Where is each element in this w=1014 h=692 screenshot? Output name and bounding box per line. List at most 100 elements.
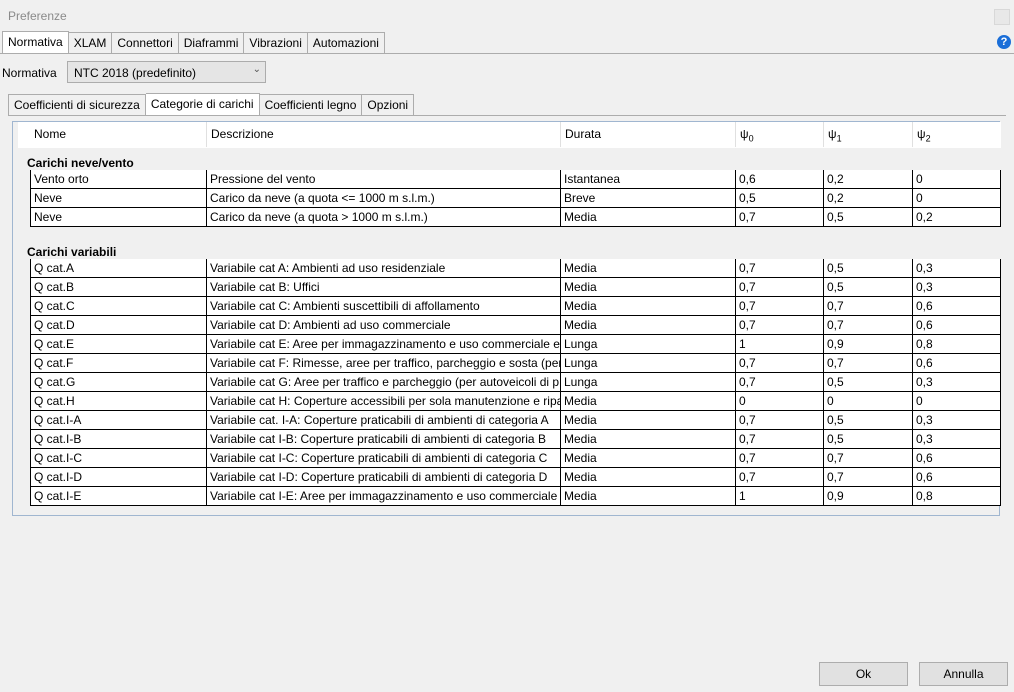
cell-durata[interactable]: Media: [561, 487, 736, 506]
cell-durata[interactable]: Istantanea: [561, 170, 736, 189]
cell-durata[interactable]: Media: [561, 449, 736, 468]
cell-psi1[interactable]: 0,5: [824, 411, 913, 430]
tab-5[interactable]: Automazioni: [307, 32, 385, 54]
cell-descrizione[interactable]: Variabile cat B: Uffici: [207, 278, 561, 297]
cell-descrizione[interactable]: Variabile cat I-E: Aree per immagazzinam…: [207, 487, 561, 506]
cell-psi0[interactable]: 0,7: [736, 468, 824, 487]
cell-descrizione[interactable]: Variabile cat G: Aree per traffico e par…: [207, 373, 561, 392]
cell-descrizione[interactable]: Variabile cat F: Rimesse, aree per traff…: [207, 354, 561, 373]
cell-durata[interactable]: Media: [561, 259, 736, 278]
cell-psi0[interactable]: 1: [736, 487, 824, 506]
cell-descrizione[interactable]: Variabile cat. I-A: Coperture praticabil…: [207, 411, 561, 430]
tab-0[interactable]: Normativa: [2, 31, 69, 54]
cell-psi0[interactable]: 0,7: [736, 278, 824, 297]
header-nome[interactable]: Nome: [30, 122, 207, 147]
cell-psi1[interactable]: 0,7: [824, 297, 913, 316]
cell-durata[interactable]: Media: [561, 392, 736, 411]
cell-nome[interactable]: Q cat.E: [30, 335, 207, 354]
cell-nome[interactable]: Q cat.I-D: [30, 468, 207, 487]
cell-psi0[interactable]: 0: [736, 392, 824, 411]
cell-durata[interactable]: Lunga: [561, 373, 736, 392]
cell-descrizione[interactable]: Variabile cat D: Ambienti ad uso commerc…: [207, 316, 561, 335]
cell-psi1[interactable]: 0,7: [824, 354, 913, 373]
cell-durata[interactable]: Breve: [561, 189, 736, 208]
table-row[interactable]: Neve Carico da neve (a quota > 1000 m s.l…: [30, 208, 1001, 227]
cell-nome[interactable]: Q cat.G: [30, 373, 207, 392]
cell-durata[interactable]: Lunga: [561, 354, 736, 373]
cell-nome[interactable]: Q cat.H: [30, 392, 207, 411]
cell-descrizione[interactable]: Variabile cat C: Ambienti suscettibili d…: [207, 297, 561, 316]
table-row[interactable]: Q cat.I-E Variabile cat I-E: Aree per imm…: [30, 487, 1001, 506]
subtab-1[interactable]: Categorie di carichi: [145, 93, 260, 116]
cell-psi1[interactable]: 0,5: [824, 373, 913, 392]
cell-nome[interactable]: Q cat.D: [30, 316, 207, 335]
table-row[interactable]: Q cat.D Variabile cat D: Ambienti ad uso …: [30, 316, 1001, 335]
cell-psi2[interactable]: 0,6: [913, 297, 1001, 316]
cell-durata[interactable]: Lunga: [561, 335, 736, 354]
header-durata[interactable]: Durata: [561, 122, 736, 147]
cell-psi1[interactable]: 0,5: [824, 430, 913, 449]
header-psi0[interactable]: ψ0: [736, 122, 824, 147]
cell-durata[interactable]: Media: [561, 208, 736, 227]
table-row[interactable]: Q cat.I-D Variabile cat I-D: Coperture pr…: [30, 468, 1001, 487]
cell-psi2[interactable]: 0,6: [913, 449, 1001, 468]
cell-psi2[interactable]: 0: [913, 189, 1001, 208]
cell-psi0[interactable]: 0,7: [736, 430, 824, 449]
table-row[interactable]: Q cat.A Variabile cat A: Ambienti ad uso …: [30, 259, 1001, 278]
table-row[interactable]: Q cat.E Variabile cat E: Aree per immagaz…: [30, 335, 1001, 354]
cell-psi1[interactable]: 0,7: [824, 449, 913, 468]
cell-psi1[interactable]: 0,5: [824, 278, 913, 297]
cancel-button[interactable]: Annulla: [919, 662, 1008, 686]
cell-psi1[interactable]: 0,5: [824, 208, 913, 227]
cell-durata[interactable]: Media: [561, 411, 736, 430]
cell-psi0[interactable]: 0,7: [736, 259, 824, 278]
cell-psi1[interactable]: 0,5: [824, 259, 913, 278]
cell-nome[interactable]: Q cat.F: [30, 354, 207, 373]
table-row[interactable]: Q cat.I-B Variabile cat I-B: Coperture pr…: [30, 430, 1001, 449]
table-row[interactable]: Q cat.G Variabile cat G: Aree per traffic…: [30, 373, 1001, 392]
cell-nome[interactable]: Q cat.B: [30, 278, 207, 297]
cell-nome[interactable]: Q cat.I-B: [30, 430, 207, 449]
cell-psi1[interactable]: 0,9: [824, 335, 913, 354]
tab-4[interactable]: Vibrazioni: [244, 32, 308, 54]
table-row[interactable]: Q cat.I-C Variabile cat I-C: Coperture pr…: [30, 449, 1001, 468]
cell-psi1[interactable]: 0,7: [824, 316, 913, 335]
cell-psi2[interactable]: 0,6: [913, 354, 1001, 373]
cell-durata[interactable]: Media: [561, 468, 736, 487]
header-psi1[interactable]: ψ1: [824, 122, 913, 147]
table-row[interactable]: Vento orto Pressione del vento Istantanea 0…: [30, 170, 1001, 189]
cell-psi2[interactable]: 0,3: [913, 430, 1001, 449]
cell-descrizione[interactable]: Variabile cat I-D: Coperture praticabili…: [207, 468, 561, 487]
cell-psi0[interactable]: 0,7: [736, 373, 824, 392]
normativa-select[interactable]: NTC 2018 (predefinito) ⌄: [67, 61, 266, 83]
close-icon[interactable]: [994, 9, 1010, 25]
tab-3[interactable]: Diaframmi: [178, 32, 245, 54]
cell-psi0[interactable]: 0,7: [736, 208, 824, 227]
subtab-3[interactable]: Opzioni: [362, 94, 415, 116]
cell-psi0[interactable]: 0,7: [736, 411, 824, 430]
cell-nome[interactable]: Vento orto: [30, 170, 207, 189]
cell-psi1[interactable]: 0,9: [824, 487, 913, 506]
cell-psi1[interactable]: 0,2: [824, 170, 913, 189]
cell-nome[interactable]: Q cat.I-A: [30, 411, 207, 430]
cell-durata[interactable]: Media: [561, 430, 736, 449]
cell-descrizione[interactable]: Variabile cat I-C: Coperture praticabili…: [207, 449, 561, 468]
cell-psi2[interactable]: 0,3: [913, 278, 1001, 297]
cell-psi2[interactable]: 0: [913, 392, 1001, 411]
cell-psi0[interactable]: 0,7: [736, 449, 824, 468]
ok-button[interactable]: Ok: [819, 662, 908, 686]
cell-descrizione[interactable]: Pressione del vento: [207, 170, 561, 189]
table-row[interactable]: Q cat.B Variabile cat B: Uffici Media 0,7 0,…: [30, 278, 1001, 297]
cell-nome[interactable]: Q cat.I-E: [30, 487, 207, 506]
cell-durata[interactable]: Media: [561, 278, 736, 297]
cell-descrizione[interactable]: Carico da neve (a quota > 1000 m s.l.m.): [207, 208, 561, 227]
help-icon[interactable]: ?: [997, 35, 1011, 49]
tab-1[interactable]: XLAM: [68, 32, 113, 54]
cell-psi1[interactable]: 0,7: [824, 468, 913, 487]
cell-psi0[interactable]: 0,7: [736, 297, 824, 316]
cell-psi2[interactable]: 0,3: [913, 373, 1001, 392]
cell-psi1[interactable]: 0: [824, 392, 913, 411]
cell-psi2[interactable]: 0,3: [913, 411, 1001, 430]
cell-psi1[interactable]: 0,2: [824, 189, 913, 208]
table-row[interactable]: Neve Carico da neve (a quota <= 1000 m s.…: [30, 189, 1001, 208]
